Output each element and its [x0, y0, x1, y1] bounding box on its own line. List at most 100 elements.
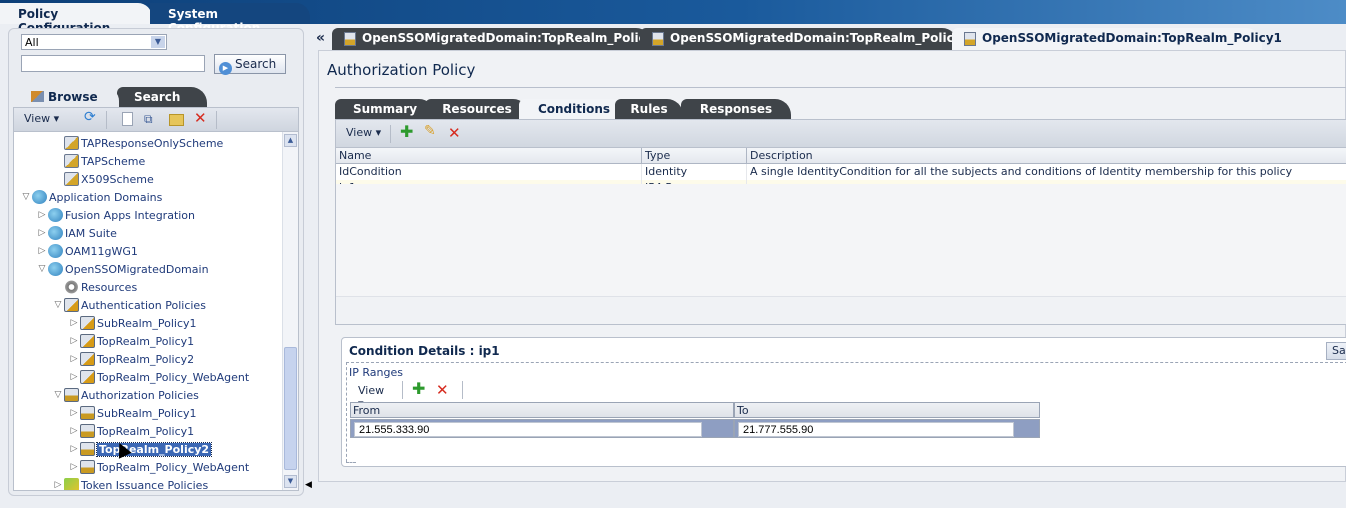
view-menu[interactable]: View ▾ — [346, 126, 381, 139]
tree-node[interactable]: TAPScheme — [52, 152, 145, 170]
search-button[interactable]: ▶ Search — [214, 54, 286, 75]
tree-node[interactable]: ▷ IAM Suite — [36, 224, 117, 242]
tree-node[interactable]: ▷ SubRealm_Policy1 — [68, 314, 197, 332]
tree-node-label: IAM Suite — [65, 226, 117, 240]
collapsed-toggle-icon[interactable]: ▷ — [68, 408, 80, 418]
delete-icon[interactable]: ✕ — [194, 109, 207, 127]
tab-search[interactable]: Search — [117, 87, 207, 107]
collapsed-toggle-icon[interactable]: ▷ — [68, 444, 80, 454]
column-header-from[interactable]: From — [350, 402, 734, 418]
tab-responses[interactable]: Responses — [681, 99, 791, 119]
tree-node[interactable]: ▷ Token Issuance Policies — [52, 476, 208, 490]
scroll-down-icon[interactable]: ▼ — [284, 475, 297, 488]
tree-scrollbar[interactable]: ▲ ▼ — [282, 132, 298, 490]
collapsed-toggle-icon[interactable]: ▷ — [68, 336, 80, 346]
collapsed-toggle-icon[interactable]: ▷ — [36, 228, 48, 238]
add-icon[interactable]: ✚ — [400, 122, 413, 141]
tree-node[interactable]: ▷ OAM11gWG1 — [36, 242, 138, 260]
filter-select[interactable]: All ▼ — [21, 34, 167, 50]
tree-node[interactable]: Resources — [52, 278, 137, 296]
doc-tab[interactable]: OpenSSOMigratedDomain:TopRealm_Policy2 — [332, 28, 662, 50]
table-row[interactable]: IdCondition Identity A single IdentityCo… — [336, 164, 1346, 180]
tab-system-configuration[interactable]: System Configuration — [150, 3, 310, 35]
top-bar: Policy Configuration System Configuratio… — [0, 0, 1346, 35]
search-input[interactable] — [21, 55, 205, 72]
tree-node[interactable]: TAPResponseOnlyScheme — [52, 134, 223, 152]
to-ip-input[interactable] — [738, 422, 1014, 437]
refresh-icon[interactable]: ⟳ — [84, 109, 96, 125]
tabs-overflow-icon[interactable]: « — [316, 30, 325, 46]
chevron-down-icon[interactable]: ▼ — [151, 36, 165, 48]
tree-node[interactable]: ▽ Authorization Policies — [52, 386, 199, 404]
edit-icon[interactable]: ✎ — [424, 123, 436, 139]
tab-conditions[interactable]: Conditions — [519, 99, 629, 119]
tab-resources[interactable]: Resources — [425, 99, 529, 119]
expanded-toggle-icon[interactable]: ▽ — [20, 192, 32, 202]
expanded-toggle-icon[interactable]: ▽ — [52, 300, 64, 310]
column-header-to[interactable]: To — [734, 402, 1040, 418]
from-ip-input[interactable] — [354, 422, 702, 437]
collapsed-toggle-icon[interactable]: ▷ — [68, 354, 80, 364]
tab-policy-configuration[interactable]: Policy Configuration — [0, 3, 152, 35]
search-button-label: Search — [235, 57, 277, 71]
tree-node[interactable]: ▷ TopRealm_Policy_WebAgent — [68, 368, 249, 386]
tree-node-label: Authentication Policies — [81, 298, 206, 312]
expanded-toggle-icon[interactable]: ▽ — [52, 390, 64, 400]
collapsed-toggle-icon[interactable]: ▷ — [36, 246, 48, 256]
duplicate-icon[interactable]: ⧉ — [144, 112, 153, 127]
expanded-toggle-icon[interactable]: ▽ — [36, 264, 48, 274]
tree-node[interactable]: X509Scheme — [52, 170, 154, 188]
new-icon[interactable] — [122, 112, 133, 126]
tree-node[interactable]: ▷ TopRealm_Policy2 — [68, 440, 213, 458]
tree-node-label: TopRealm_Policy1 — [97, 424, 195, 438]
tree-node-label: Fusion Apps Integration — [65, 208, 196, 222]
tree-node[interactable]: ▷ TopRealm_Policy1 — [68, 332, 194, 350]
tree-node[interactable]: ▷ TopRealm_Policy1 — [68, 422, 194, 440]
authz-policy-icon — [80, 442, 95, 456]
scroll-up-icon[interactable]: ▲ — [284, 134, 297, 147]
tree-node[interactable]: ▷ TopRealm_Policy2 — [68, 350, 194, 368]
collapsed-toggle-icon[interactable]: ▷ — [68, 426, 80, 436]
doc-tab-active[interactable]: OpenSSOMigratedDomain:TopRealm_Policy1 — [952, 28, 1282, 50]
collapsed-toggle-icon[interactable]: ▷ — [52, 480, 64, 490]
collapsed-toggle-icon[interactable]: ▷ — [68, 318, 80, 328]
navigation-panel: All ▼ ▶ Search Search Browse View ▾ ⟳ ⧉ ✕… — [8, 28, 304, 496]
ip-range-row — [350, 419, 734, 438]
ip-range-row — [734, 419, 1040, 438]
tab-rules[interactable]: Rules — [615, 99, 683, 119]
column-header-description[interactable]: Description — [747, 148, 1346, 164]
collapsed-toggle-icon[interactable]: ▷ — [36, 210, 48, 220]
tab-summary[interactable]: Summary — [335, 99, 435, 119]
conditions-panel: View ▾ ✚ ✎ ✕ Name Type Description IdCon… — [335, 119, 1346, 325]
tree-node[interactable]: ▽ Authentication Policies — [52, 296, 206, 314]
scheme-icon — [64, 172, 79, 186]
tab-browse[interactable]: Browse — [21, 87, 119, 107]
column-header-type[interactable]: Type — [642, 148, 747, 164]
scroll-thumb[interactable] — [284, 347, 297, 470]
add-icon[interactable]: ✚ — [412, 379, 425, 398]
tree-node[interactable]: ▷ SubRealm_Policy1 — [68, 404, 197, 422]
domain-icon — [48, 244, 63, 258]
tree-node-label: TAPScheme — [81, 154, 146, 168]
tree-node[interactable]: ▽ OpenSSOMigratedDomain — [36, 260, 209, 278]
cell-name: IdCondition — [336, 164, 642, 180]
tree-node[interactable]: ▽ Application Domains — [20, 188, 162, 206]
ip-ranges-label: IP Ranges — [349, 366, 403, 379]
folder-icon[interactable] — [169, 114, 184, 126]
view-menu-label: View — [358, 384, 385, 397]
column-header-name[interactable]: Name — [336, 148, 642, 164]
tree-node[interactable]: ▷ Fusion Apps Integration — [36, 206, 195, 224]
doc-tab[interactable]: OpenSSOMigratedDomain:TopRealm_Policy1 — [640, 28, 970, 50]
collapse-panel-handle[interactable]: ◀ — [305, 480, 313, 496]
collapsed-toggle-icon[interactable]: ▷ — [68, 372, 80, 382]
delete-icon[interactable]: ✕ — [448, 124, 461, 142]
tree-node-label: Application Domains — [49, 190, 163, 204]
tree-node-label: Authorization Policies — [81, 388, 199, 402]
save-button[interactable]: Save — [1326, 342, 1346, 360]
view-menu[interactable]: View ▾ — [24, 112, 59, 125]
tree-node[interactable]: ▷ TopRealm_Policy_WebAgent — [68, 458, 249, 476]
delete-icon[interactable]: ✕ — [436, 381, 449, 399]
collapsed-toggle-icon[interactable]: ▷ — [68, 462, 80, 472]
policy-icon — [964, 32, 976, 46]
tree-node-label: X509Scheme — [81, 172, 154, 186]
